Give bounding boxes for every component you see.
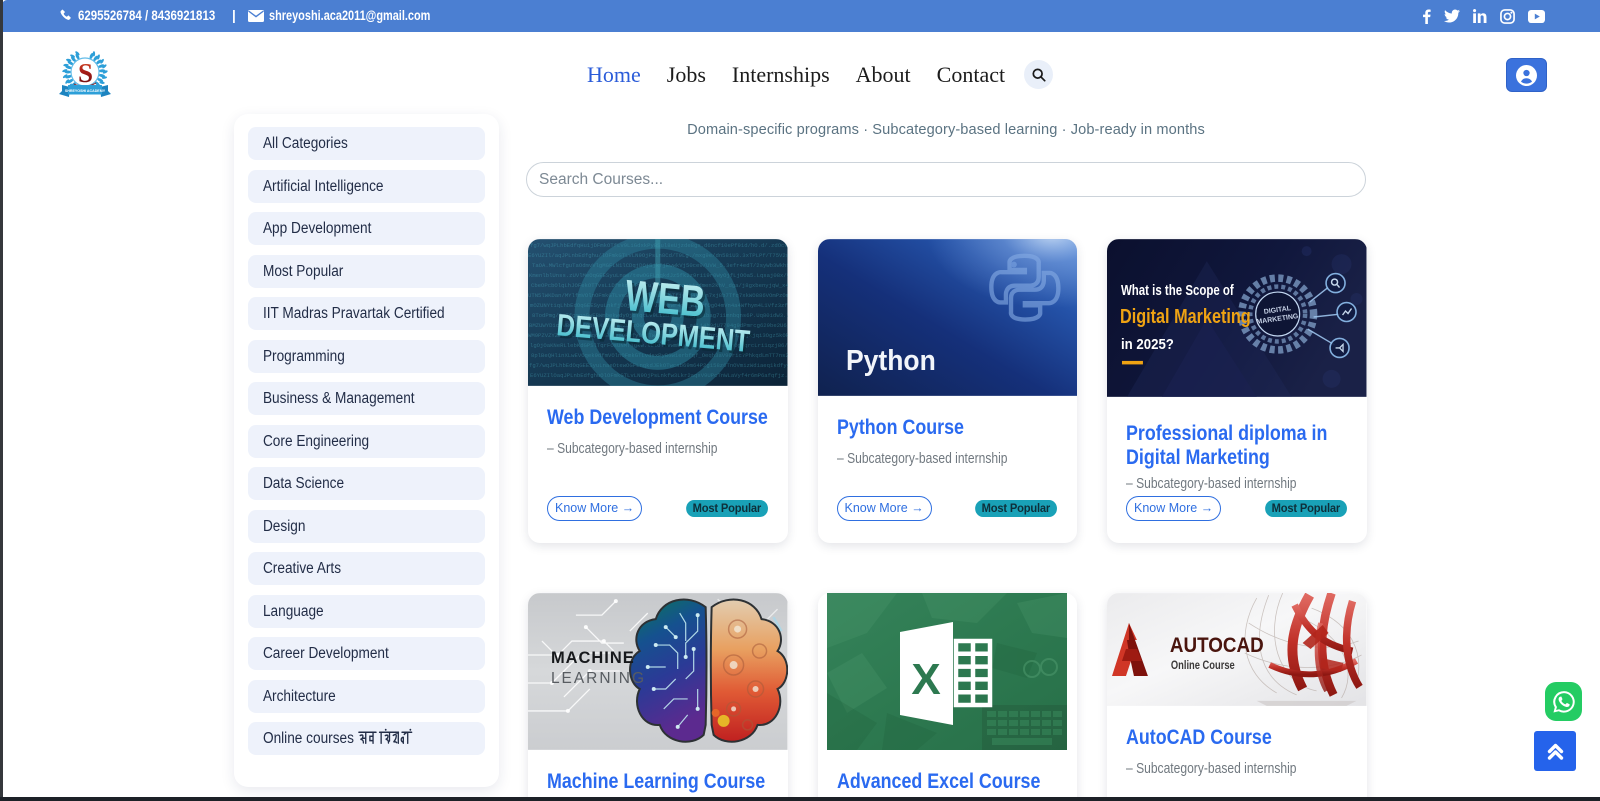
svg-text:Digital Marketing: Digital Marketing xyxy=(1120,306,1251,328)
svg-text:What is the Scope of: What is the Scope of xyxy=(1121,283,1234,299)
svg-text:S: S xyxy=(78,58,93,88)
svg-text:in 2025?: in 2025? xyxy=(1121,337,1174,353)
svg-text:X: X xyxy=(912,655,941,704)
svg-text:SHREYOSHI ACADEMY: SHREYOSHI ACADEMY xyxy=(65,89,106,93)
svg-text:LEARNING: LEARNING xyxy=(551,670,646,687)
svg-text:Python: Python xyxy=(845,345,935,377)
svg-text:AUTOCAD: AUTOCAD xyxy=(1170,634,1264,657)
svg-text:MACHINE: MACHINE xyxy=(551,649,635,667)
svg-text:E6YUZIlOaqJPLnbEdfghuOlOFmkGTL: E6YUZIlOaqJPLnbEdfghuOlOFmkGTLvLN9OjPsLn… xyxy=(530,372,788,379)
svg-text:Online Course: Online Course xyxy=(1171,658,1235,672)
